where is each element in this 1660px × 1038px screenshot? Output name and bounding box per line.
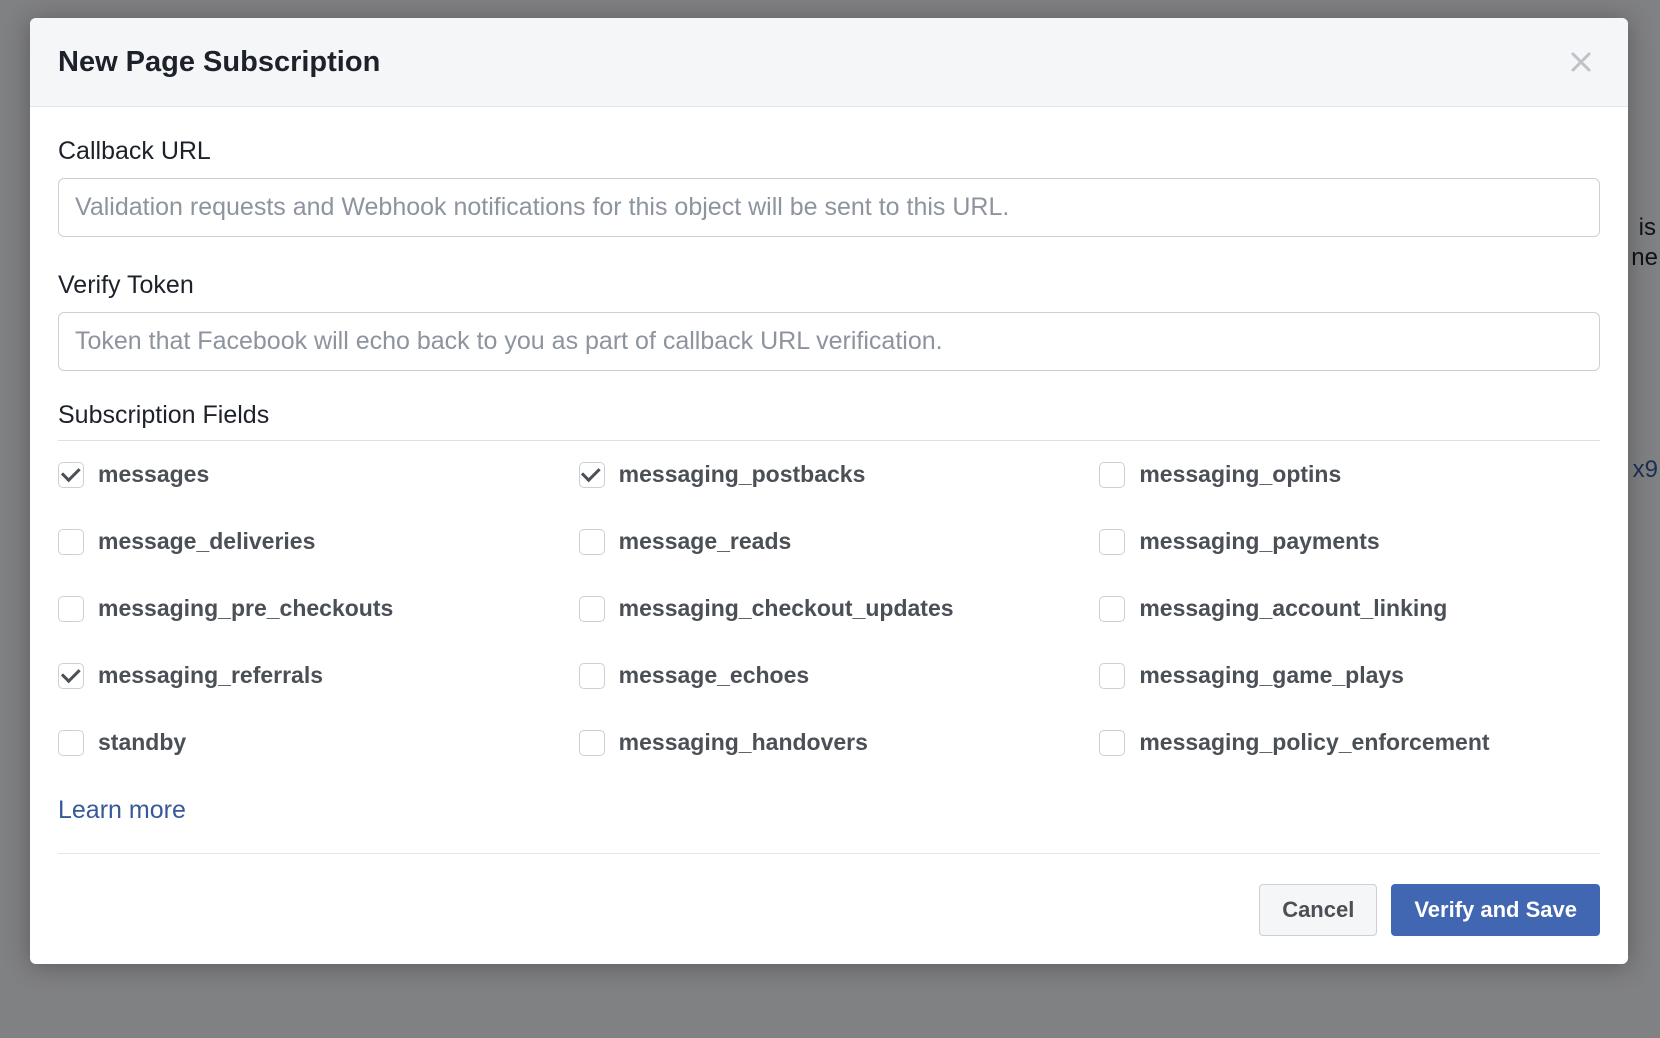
subscription-field-label: messaging_postbacks [619,461,866,488]
subscription-field-messaging_policy_enforcement[interactable]: messaging_policy_enforcement [1099,729,1600,756]
subscription-field-label: standby [98,729,186,756]
subscription-field-label: messaging_handovers [619,729,868,756]
close-icon[interactable] [1562,42,1600,82]
subscription-fields-grid: messages messaging_postbacks messaging_opt… [58,461,1600,756]
checkbox-messaging_policy_enforcement[interactable] [1099,730,1125,756]
subscription-field-label: messaging_optins [1139,461,1341,488]
subscription-fields-label: Subscription Fields [58,401,1600,430]
subscription-field-standby[interactable]: standby [58,729,559,756]
checkbox-messaging_optins[interactable] [1099,462,1125,488]
checkbox-messaging_handovers[interactable] [579,730,605,756]
callback-url-label: Callback URL [58,137,1600,166]
checkbox-message_reads[interactable] [579,529,605,555]
checkbox-messaging_postbacks[interactable] [579,462,605,488]
subscription-field-label: messaging_payments [1139,528,1379,555]
checkbox-messaging_pre_checkouts[interactable] [58,596,84,622]
subscription-field-label: messaging_referrals [98,662,323,689]
checkbox-messaging_account_linking[interactable] [1099,596,1125,622]
subscription-field-messaging_account_linking[interactable]: messaging_account_linking [1099,595,1600,622]
subscription-field-messaging_postbacks[interactable]: messaging_postbacks [579,461,1080,488]
subscription-field-messaging_handovers[interactable]: messaging_handovers [579,729,1080,756]
cancel-button[interactable]: Cancel [1259,884,1377,936]
callback-url-input[interactable] [58,178,1600,237]
subscription-field-messaging_optins[interactable]: messaging_optins [1099,461,1600,488]
modal-title: New Page Subscription [58,46,380,79]
subscription-field-label: messaging_checkout_updates [619,595,954,622]
checkbox-standby[interactable] [58,730,84,756]
subscription-field-messages[interactable]: messages [58,461,559,488]
subscription-field-label: messaging_account_linking [1139,595,1447,622]
learn-more-link[interactable]: Learn more [58,796,186,825]
modal-body: Callback URL Verify Token Subscription F… [30,107,1628,884]
verify-and-save-button[interactable]: Verify and Save [1391,884,1600,936]
verify-token-label: Verify Token [58,271,1600,300]
subscription-field-label: message_deliveries [98,528,315,555]
checkbox-messages[interactable] [58,462,84,488]
checkbox-messaging_referrals[interactable] [58,663,84,689]
new-page-subscription-modal: New Page Subscription Callback URL Verif… [30,18,1628,964]
subscription-field-label: message_reads [619,528,792,555]
subscription-field-message_reads[interactable]: message_reads [579,528,1080,555]
subscription-field-messaging_payments[interactable]: messaging_payments [1099,528,1600,555]
subscription-field-label: messaging_policy_enforcement [1139,729,1489,756]
subscription-field-label: message_echoes [619,662,810,689]
subscription-field-messaging_game_plays[interactable]: messaging_game_plays [1099,662,1600,689]
subscription-field-label: messages [98,461,209,488]
checkbox-messaging_payments[interactable] [1099,529,1125,555]
footer-divider [58,853,1600,854]
subscription-field-label: messaging_game_plays [1139,662,1404,689]
modal-header: New Page Subscription [30,18,1628,107]
verify-token-input[interactable] [58,312,1600,371]
checkbox-message_echoes[interactable] [579,663,605,689]
divider [58,440,1600,441]
subscription-field-messaging_pre_checkouts[interactable]: messaging_pre_checkouts [58,595,559,622]
checkbox-message_deliveries[interactable] [58,529,84,555]
checkbox-messaging_game_plays[interactable] [1099,663,1125,689]
modal-footer: Cancel Verify and Save [30,884,1628,964]
checkbox-messaging_checkout_updates[interactable] [579,596,605,622]
subscription-field-message_echoes[interactable]: message_echoes [579,662,1080,689]
subscription-field-messaging_referrals[interactable]: messaging_referrals [58,662,559,689]
subscription-field-message_deliveries[interactable]: message_deliveries [58,528,559,555]
subscription-field-label: messaging_pre_checkouts [98,595,393,622]
subscription-field-messaging_checkout_updates[interactable]: messaging_checkout_updates [579,595,1080,622]
